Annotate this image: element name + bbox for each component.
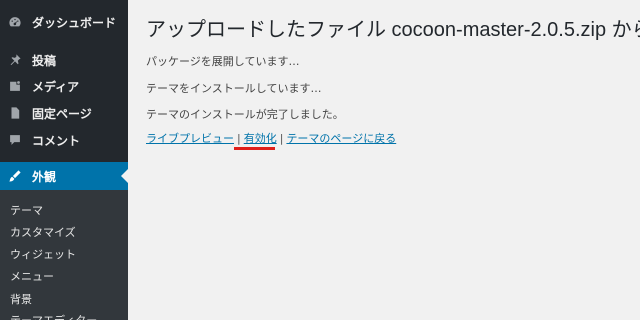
media-icon <box>7 78 23 94</box>
appearance-submenu: テーマ カスタマイズ ウィジェット メニュー 背景 テーマエディター <box>0 190 128 320</box>
sidebar-item-pages[interactable]: 固定ページ <box>0 99 128 127</box>
activate-highlight-underline <box>234 147 275 150</box>
live-preview-link[interactable]: ライブプレビュー <box>146 130 234 146</box>
sidebar-item-label: 外観 <box>32 169 57 184</box>
status-message-installing: テーマをインストールしています… <box>146 82 322 95</box>
link-separator: | <box>279 131 284 145</box>
status-message-complete: テーマのインストールが完了しました。 <box>146 108 344 121</box>
submenu-item-customize[interactable]: カスタマイズ <box>10 224 76 240</box>
sidebar-item-label: ダッシュボード <box>32 15 117 30</box>
theme-action-links: ライブプレビュー | 有効化 | テーマのページに戻る <box>146 130 396 146</box>
link-separator: | <box>237 131 241 145</box>
return-to-themes-link[interactable]: テーマのページに戻る <box>286 130 396 146</box>
sidebar-item-media[interactable]: メディア <box>0 72 128 100</box>
sidebar-item-dashboard[interactable]: ダッシュボード <box>0 8 128 36</box>
sidebar-item-label: 固定ページ <box>32 106 92 121</box>
sidebar-item-comments[interactable]: コメント <box>0 126 128 154</box>
page-title: アップロードしたファイル cocoon-master-2.0.5.zip からテ… <box>146 19 640 41</box>
sidebar-item-appearance[interactable]: 外観 <box>0 162 128 190</box>
sidebar-item-label: メディア <box>32 79 80 94</box>
status-message-unpacking: パッケージを展開しています… <box>146 55 300 68</box>
sidebar-item-label: コメント <box>32 133 81 148</box>
dashboard-icon <box>7 14 23 30</box>
admin-sidebar: ダッシュボード 投稿 メディア 固定ページ コメント 外観 テーマ カスタマイズ <box>0 0 128 320</box>
main-content: アップロードしたファイル cocoon-master-2.0.5.zip からテ… <box>128 0 640 320</box>
brush-icon <box>7 168 23 184</box>
page-icon <box>7 105 23 121</box>
comment-icon <box>7 132 23 148</box>
activate-link[interactable]: 有効化 <box>244 130 277 146</box>
submenu-item-menus[interactable]: メニュー <box>10 268 54 284</box>
active-indicator-arrow <box>121 169 128 183</box>
pin-icon <box>7 52 23 68</box>
sidebar-item-label: 投稿 <box>32 53 57 68</box>
submenu-item-theme-editor[interactable]: テーマエディター <box>10 312 97 320</box>
submenu-item-themes[interactable]: テーマ <box>10 202 43 218</box>
submenu-item-widgets[interactable]: ウィジェット <box>10 246 76 262</box>
submenu-item-background[interactable]: 背景 <box>10 291 32 307</box>
sidebar-item-posts[interactable]: 投稿 <box>0 46 128 74</box>
